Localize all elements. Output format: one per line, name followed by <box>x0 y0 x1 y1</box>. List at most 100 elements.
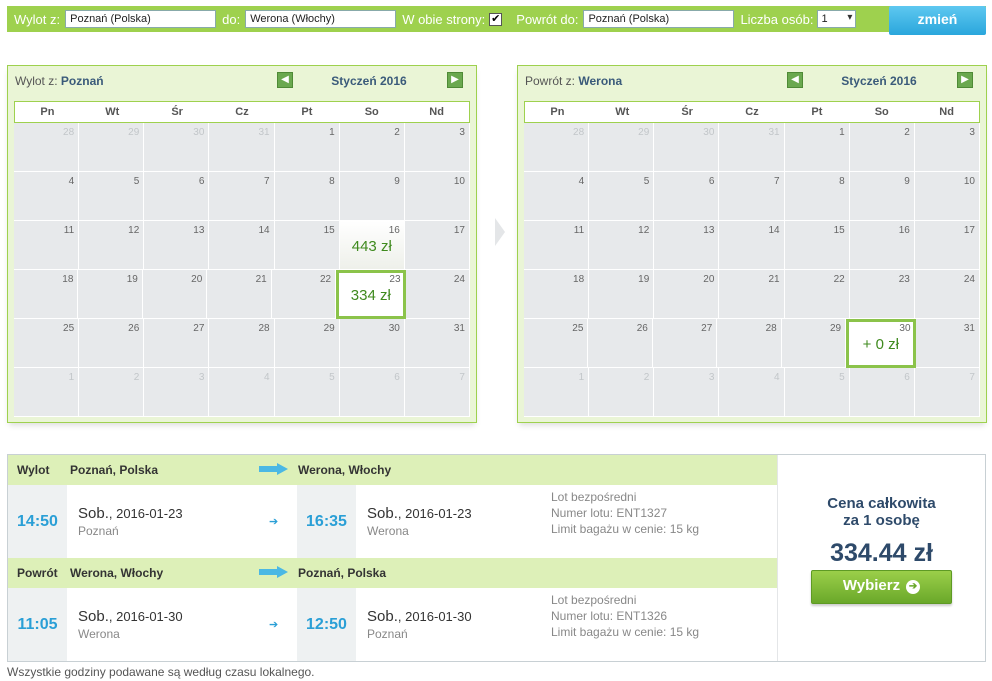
day-number: 18 <box>573 274 585 285</box>
prev-month-button[interactable]: ◀ <box>277 72 293 88</box>
select-button[interactable]: Wybierz ➔ <box>811 570 952 604</box>
day-number: 1 <box>68 372 75 383</box>
search-bar: Wylot z: Poznań (Polska) do: Werona (Wło… <box>7 6 986 35</box>
calendar-day-with-price[interactable]: 30 + 0 zł <box>846 319 916 368</box>
arrow-right-icon <box>259 566 288 578</box>
day-number: 28 <box>573 127 585 138</box>
to-input[interactable]: Werona (Włochy) <box>245 10 397 28</box>
weekday-header: Pn Wt Śr Cz Pt So Nd <box>524 101 980 123</box>
day-number: 16 <box>388 225 400 236</box>
weekday-label: Śr <box>171 106 183 118</box>
calendar-day: 6 <box>654 172 720 221</box>
leg-body-return: 11:05 Sob., 2016-01-30 Werona ➔ 12:50 So… <box>8 588 777 661</box>
leg-to: Werona, Włochy <box>298 463 392 477</box>
calendar-day: 8 <box>274 172 340 221</box>
calendar-week: 1 2 3 4 5 6 7 <box>524 368 980 417</box>
day-price: 334 zł <box>350 287 391 304</box>
day-number: 28 <box>765 323 777 334</box>
day-number: 31 <box>768 127 780 138</box>
leg-from: Poznań, Polska <box>70 463 159 477</box>
day-number: 5 <box>329 372 335 383</box>
calendar-week: 1 2 3 4 5 6 7 <box>14 368 470 417</box>
calendar-week: 18 19 20 21 22 23 334 zł 24 <box>14 270 470 319</box>
next-month-button[interactable]: ▶ <box>447 72 463 88</box>
day-number: 11 <box>63 225 75 236</box>
weekday-header: Pn Wt Śr Cz Pt So Nd <box>14 101 470 123</box>
departure-time: 14:50 <box>8 485 67 558</box>
arrow-right-icon: ➔ <box>269 619 279 631</box>
from-input[interactable]: Poznań (Polska) <box>65 10 217 28</box>
calendar-day-with-price[interactable]: 23 334 zł <box>336 270 406 319</box>
calendar-route: Powrót z: Werona <box>525 74 623 88</box>
calendar-day: 14 <box>209 221 275 270</box>
return-input[interactable]: Poznań (Polska) <box>583 10 735 28</box>
persons-select[interactable]: 1 ▾ <box>817 10 857 28</box>
day-number: 4 <box>264 372 270 383</box>
calendar-week: 28 29 30 31 1 2 3 <box>524 123 980 172</box>
calendar-day: 1 <box>14 368 80 417</box>
calendar-day: 11 <box>14 221 80 270</box>
prev-month-button[interactable]: ◀ <box>787 72 803 88</box>
calendar-day: 27 <box>144 319 210 368</box>
arrow-right-icon <box>259 463 288 475</box>
day-number: 14 <box>258 225 270 236</box>
calendar-day: 12 <box>79 221 145 270</box>
arrow-right-icon: ➔ <box>269 516 279 528</box>
calendar-day: 3 <box>914 123 980 172</box>
weekday-label: Pt <box>811 106 823 118</box>
weekday-label: Wt <box>615 106 630 118</box>
day-number: 5 <box>839 372 845 383</box>
calendar-day: 3 <box>654 368 720 417</box>
day-number: 26 <box>636 323 648 334</box>
day-number: 30 <box>388 323 400 334</box>
calendar-day: 6 <box>339 368 405 417</box>
day-number: 3 <box>969 127 975 138</box>
day-number: 20 <box>703 274 715 285</box>
arrival-city: Poznań <box>367 627 408 641</box>
day-number: 18 <box>62 274 74 285</box>
change-search-button[interactable]: zmień <box>889 6 986 35</box>
calendar-day: 20 <box>654 270 720 319</box>
day-number: 31 <box>963 323 975 334</box>
day-number: 7 <box>969 372 975 383</box>
day-number: 4 <box>774 372 780 383</box>
day-number: 26 <box>128 323 140 334</box>
day-number: 19 <box>126 274 138 285</box>
total-price: 334.44 zł <box>830 539 933 567</box>
day-number: 30 <box>703 127 715 138</box>
day-number: 2 <box>904 127 910 138</box>
flight-info: Lot bezpośredni Numer lotu: ENT1327 Limi… <box>551 489 699 537</box>
next-month-button[interactable]: ▶ <box>957 72 973 88</box>
day-number: 29 <box>128 127 140 138</box>
leg-header-outbound: Wylot Poznań, Polska Werona, Włochy <box>8 455 777 485</box>
day-number: 25 <box>63 323 75 334</box>
calendar-day: 16 <box>849 221 915 270</box>
calendar-day: 17 <box>404 221 470 270</box>
day-number: 28 <box>63 127 75 138</box>
calendar-grid: Pn Wt Śr Cz Pt So Nd 28 29 30 31 1 2 3 4 5 6 7 8 9 10 11 12 13 1… <box>524 101 980 417</box>
calendar-day: 29 <box>274 319 340 368</box>
day-number: 21 <box>768 274 780 285</box>
calendar-day: 2 <box>79 368 145 417</box>
calendar-day: 19 <box>589 270 655 319</box>
calendar-day: 7 <box>914 368 980 417</box>
flight-number: Numer lotu: ENT1327 <box>551 506 668 520</box>
day-number: 10 <box>963 176 975 187</box>
day-number: 13 <box>193 225 205 236</box>
calendar-day: 10 <box>914 172 980 221</box>
calendar-day: 30 <box>339 319 405 368</box>
flight-number: Numer lotu: ENT1326 <box>551 609 668 623</box>
day-number: 3 <box>459 127 465 138</box>
day-number: 5 <box>643 176 650 187</box>
calendar-day-with-price[interactable]: 16 443 zł <box>339 221 405 270</box>
arrival-city: Werona <box>367 524 409 538</box>
day-number: 30 <box>193 127 205 138</box>
day-number: 2 <box>394 127 400 138</box>
calendar-day: 3 <box>404 123 470 172</box>
chevron-down-icon: ▾ <box>847 12 853 23</box>
roundtrip-checkbox[interactable]: ✔ <box>489 12 503 26</box>
calendar-week: 11 12 13 14 15 16 17 <box>524 221 980 270</box>
arrival-time: 16:35 <box>297 485 356 558</box>
departure-city: Poznań <box>78 524 119 538</box>
calendar-day: 9 <box>339 172 405 221</box>
